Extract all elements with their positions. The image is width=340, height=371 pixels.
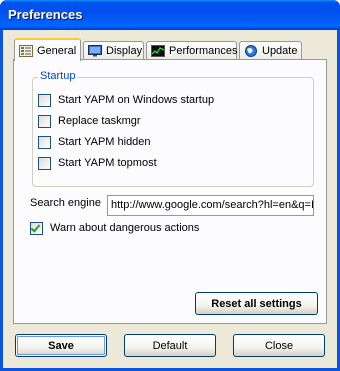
tab-performances-label: Performances (169, 45, 238, 57)
replace-taskmgr-option[interactable]: Replace taskmgr (38, 113, 141, 129)
preferences-window: Preferences General Display Performances… (0, 0, 340, 371)
start-hidden-checkbox[interactable] (38, 135, 51, 149)
window-title: Preferences (8, 7, 83, 22)
general-settings-icon (19, 44, 33, 57)
performance-chart-icon (151, 45, 165, 57)
start-on-windows-startup-option[interactable]: Start YAPM on Windows startup (38, 92, 214, 108)
startup-group-label: Startup (38, 70, 78, 82)
warn-dangerous-actions-option[interactable]: Warn about dangerous actions (30, 220, 199, 236)
save-button[interactable]: Save (15, 334, 107, 357)
default-button[interactable]: Default (124, 334, 216, 357)
tab-update-label: Update (262, 45, 298, 57)
start-topmost-label: Start YAPM topmost (58, 157, 157, 169)
search-engine-input[interactable]: http://www.google.com/search?hl=en&q=IT (107, 195, 314, 216)
tab-display[interactable]: Display (83, 41, 144, 60)
warn-dangerous-actions-checkbox[interactable] (30, 221, 43, 235)
checkmark-icon (30, 221, 41, 233)
globe-icon (245, 45, 257, 57)
start-topmost-checkbox[interactable] (38, 156, 51, 170)
tab-performances[interactable]: Performances (146, 41, 237, 60)
tab-display-label: Display (106, 45, 143, 57)
tab-general[interactable]: General (14, 38, 81, 61)
start-hidden-label: Start YAPM hidden (58, 136, 151, 148)
title-bar[interactable]: Preferences (0, 0, 340, 30)
tab-update[interactable]: Update (239, 41, 302, 60)
replace-taskmgr-label: Replace taskmgr (58, 115, 141, 127)
reset-all-settings-button[interactable]: Reset all settings (195, 292, 318, 315)
start-topmost-option[interactable]: Start YAPM topmost (38, 155, 157, 171)
start-hidden-option[interactable]: Start YAPM hidden (38, 134, 151, 150)
start-on-windows-startup-label: Start YAPM on Windows startup (58, 94, 215, 106)
close-button[interactable]: Close (233, 334, 325, 357)
warn-dangerous-actions-label: Warn about dangerous actions (50, 222, 200, 234)
tab-general-label: General (37, 44, 77, 57)
start-on-windows-startup-checkbox[interactable] (38, 93, 51, 107)
monitor-icon (88, 45, 102, 57)
search-engine-label: Search engine (30, 197, 101, 209)
replace-taskmgr-checkbox[interactable] (38, 114, 51, 128)
